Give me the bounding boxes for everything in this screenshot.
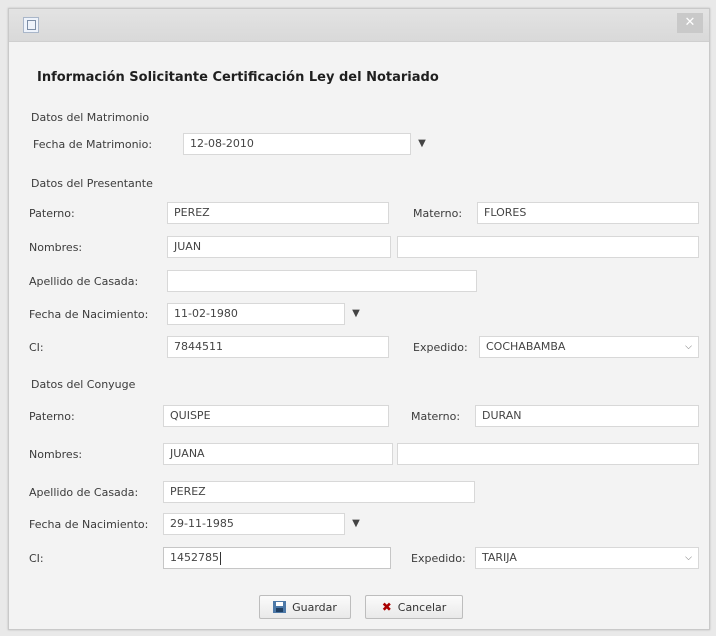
conyuge-ci-label: CI:	[29, 552, 44, 565]
presentante-expedido-select[interactable]: COCHABAMBA ⌵	[479, 336, 699, 358]
presentante-apellido-casada-input[interactable]	[167, 270, 477, 292]
close-button[interactable]: ✕	[677, 13, 703, 33]
conyuge-paterno-label: Paterno:	[29, 410, 75, 423]
cancel-button-label: Cancelar	[397, 600, 447, 614]
save-button-label: Guardar	[292, 600, 337, 614]
presentante-expedido-label: Expedido:	[413, 341, 468, 354]
title-bar[interactable]: ✕	[9, 9, 709, 42]
save-icon	[273, 601, 287, 613]
chevron-down-icon: ⌵	[685, 553, 692, 563]
section-matrimonio: Datos del Matrimonio	[31, 111, 150, 124]
presentante-ci-input[interactable]: 7844511	[167, 336, 389, 358]
save-button[interactable]: Guardar	[259, 595, 351, 619]
conyuge-nacimiento-input[interactable]: 29-11-1985	[163, 513, 345, 535]
conyuge-apellido-casada-input[interactable]: PEREZ	[163, 481, 475, 503]
conyuge-nacimiento-label: Fecha de Nacimiento:	[29, 518, 149, 531]
presentante-nacimiento-label: Fecha de Nacimiento:	[29, 308, 149, 321]
cancel-icon: ✖	[381, 600, 392, 614]
cancel-button[interactable]: ✖ Cancelar	[365, 595, 463, 619]
conyuge-ci-input[interactable]: 1452785	[163, 547, 391, 569]
presentante-ci-label: CI:	[29, 341, 44, 354]
conyuge-apellido-casada-label: Apellido de Casada:	[29, 486, 139, 499]
conyuge-nacimiento-dropdown-icon[interactable]: ▼	[347, 513, 365, 535]
form-title: Información Solicitante Certificación Le…	[37, 70, 439, 85]
fecha-matrimonio-label: Fecha de Matrimonio:	[33, 138, 153, 151]
presentante-nombres-input[interactable]: JUAN	[167, 236, 391, 258]
presentante-apellido-casada-label: Apellido de Casada:	[29, 275, 139, 288]
section-conyuge: Datos del Conyuge	[31, 378, 136, 391]
form-content: Información Solicitante Certificación Le…	[9, 42, 709, 629]
conyuge-nombres-input[interactable]: JUANA	[163, 443, 393, 465]
section-presentante: Datos del Presentante	[31, 177, 153, 190]
conyuge-expedido-value: TARIJA	[482, 551, 517, 564]
fecha-matrimonio-dropdown-icon[interactable]: ▼	[413, 133, 431, 155]
fecha-matrimonio-input[interactable]: 12-08-2010	[183, 133, 411, 155]
conyuge-paterno-input[interactable]: QUISPE	[163, 405, 389, 427]
presentante-nacimiento-input[interactable]: 11-02-1980	[167, 303, 345, 325]
conyuge-nombres2-input[interactable]	[397, 443, 699, 465]
presentante-nombres2-input[interactable]	[397, 236, 699, 258]
presentante-paterno-input[interactable]: PEREZ	[167, 202, 389, 224]
conyuge-materno-label: Materno:	[411, 410, 461, 423]
presentante-paterno-label: Paterno:	[29, 207, 75, 220]
app-icon	[23, 17, 39, 33]
conyuge-expedido-label: Expedido:	[411, 552, 466, 565]
conyuge-expedido-select[interactable]: TARIJA ⌵	[475, 547, 699, 569]
presentante-nacimiento-dropdown-icon[interactable]: ▼	[347, 303, 365, 325]
conyuge-ci-value: 1452785	[170, 551, 219, 564]
chevron-down-icon: ⌵	[685, 342, 692, 352]
presentante-nombres-label: Nombres:	[29, 241, 83, 254]
text-cursor	[220, 551, 221, 565]
presentante-materno-label: Materno:	[413, 207, 463, 220]
conyuge-nombres-label: Nombres:	[29, 448, 83, 461]
presentante-expedido-value: COCHABAMBA	[486, 340, 566, 353]
presentante-materno-input[interactable]: FLORES	[477, 202, 699, 224]
conyuge-materno-input[interactable]: DURAN	[475, 405, 699, 427]
dialog-window: ✕ Información Solicitante Certificación …	[8, 8, 710, 630]
